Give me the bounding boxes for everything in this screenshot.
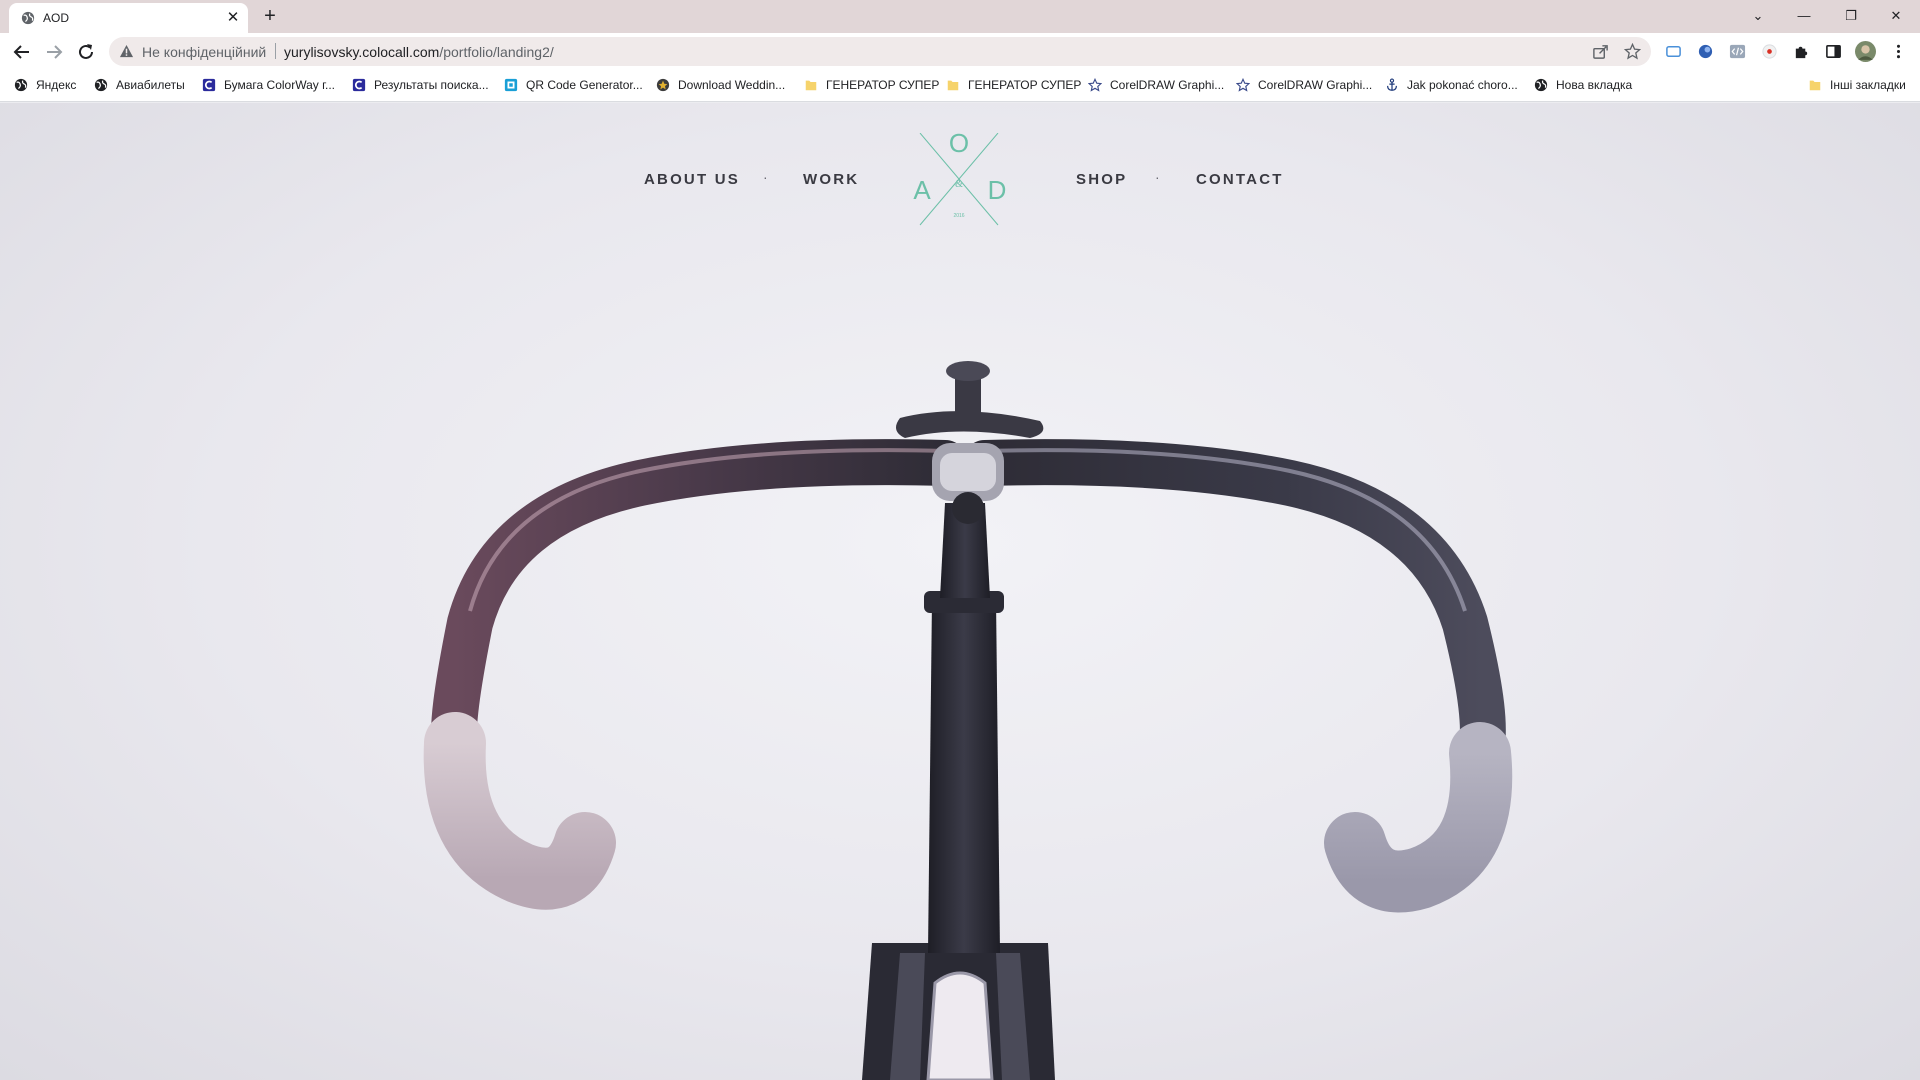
forward-icon[interactable] [40, 38, 68, 66]
logo-letter-o: O [949, 133, 969, 158]
bookmark-download-wedding[interactable]: Download Weddin... [656, 78, 785, 96]
bookmark-coreldraw-1[interactable]: CorelDRAW Graphi... [1088, 78, 1224, 96]
nav-separator: · [1155, 169, 1160, 185]
bookmark-star-icon[interactable] [1624, 43, 1641, 60]
bookmark-jak-pokonac[interactable]: Jak pokonać choro... [1385, 78, 1518, 96]
tab-strip: AOD ✕ + ⌄ — ❐ ✕ [0, 0, 1920, 33]
share-icon[interactable] [1592, 43, 1609, 60]
folder-icon [1809, 80, 1821, 91]
c-logo-icon [352, 78, 366, 92]
bookmark-label: Нова вкладка [1556, 78, 1633, 92]
anchor-icon [1387, 78, 1397, 91]
bookmark-label: Яндекс [36, 78, 77, 92]
other-bookmarks-folder[interactable]: Інші закладки [1808, 78, 1906, 96]
bookmark-colorway[interactable]: Бумага ColorWay г... [202, 78, 335, 96]
nav-about-us[interactable]: ABOUT US [644, 171, 740, 188]
nav-separator: · [763, 169, 768, 185]
star-outline-icon [1088, 78, 1102, 92]
qr-icon [504, 78, 518, 92]
warning-icon[interactable] [119, 44, 134, 59]
bookmark-label: Результаты поиска... [374, 78, 489, 92]
logo-letter-d: D [988, 175, 1007, 205]
bookmark-label: Бумага ColorWay г... [224, 78, 335, 92]
bookmark-label: CorelDRAW Graphi... [1110, 78, 1225, 92]
globe-icon [14, 78, 28, 92]
address-bar[interactable]: Не конфіденційний yurylisovsky.colocall.… [109, 37, 1651, 66]
browser-menu-icon[interactable] [1890, 43, 1907, 60]
bookmark-folder-generator-2[interactable]: ГЕНЕРАТОР СУПЕР [946, 78, 1081, 96]
bookmark-search-results[interactable]: Результаты поиска... [352, 78, 489, 96]
globe-icon [94, 78, 108, 92]
back-icon[interactable] [8, 38, 36, 66]
security-status[interactable]: Не конфіденційний [142, 44, 266, 60]
logo-ampersand: & [955, 179, 963, 190]
star-outline-icon [1236, 78, 1250, 92]
browser-tab[interactable]: AOD ✕ [9, 3, 248, 33]
restore-button[interactable]: ❐ [1835, 3, 1867, 29]
bookmark-label: ГЕНЕРАТОР СУПЕР [968, 78, 1082, 92]
bookmark-label: Авиабилеты [116, 78, 185, 92]
record-extension-icon[interactable] [1761, 43, 1778, 60]
url-path: /portfolio/landing2/ [439, 44, 554, 60]
extensions-puzzle-icon[interactable] [1793, 43, 1810, 60]
bookmark-label: Jak pokonać choro... [1407, 78, 1518, 92]
bookmark-label: ГЕНЕРАТОР СУПЕР [826, 78, 940, 92]
hero-bicycle-image [423, 361, 1513, 1080]
minimize-button[interactable]: — [1788, 3, 1820, 29]
window-close-button[interactable]: ✕ [1880, 3, 1912, 29]
folder-icon [805, 80, 817, 91]
bookmark-label: QR Code Generator... [526, 78, 643, 92]
bookmark-qr-code-generator[interactable]: QR Code Generator... [504, 78, 643, 96]
landing-page: ABOUT US · WORK SHOP · CONTACT O A D & 2… [0, 103, 1920, 1080]
address-divider [275, 43, 276, 59]
bookmark-label: Download Weddin... [678, 78, 786, 92]
bookmark-new-tab[interactable]: Нова вкладка [1534, 78, 1632, 96]
aod-logo[interactable]: O A D & 2016 [904, 133, 1014, 229]
reload-icon[interactable] [72, 38, 100, 66]
nav-work[interactable]: WORK [803, 171, 859, 188]
profile-avatar-icon[interactable] [1855, 41, 1876, 62]
nav-contact[interactable]: CONTACT [1196, 171, 1284, 188]
screen-capture-extension-icon[interactable] [1665, 43, 1682, 60]
logo-letter-a: A [913, 175, 931, 205]
bookmark-label: CorelDRAW Graphi... [1258, 78, 1373, 92]
bookmark-yandex[interactable]: Яндекс [14, 78, 76, 96]
bookmark-label: Інші закладки [1830, 78, 1906, 92]
c-logo-icon [202, 78, 216, 92]
code-extension-icon[interactable] [1729, 43, 1746, 60]
star-badge-icon [656, 78, 670, 92]
browser-toolbar: Не конфіденційний yurylisovsky.colocall.… [0, 33, 1920, 70]
globe-icon [21, 11, 35, 25]
bookmarks-bar: Яндекс Авиабилеты Бумага ColorWay г... Р… [0, 70, 1920, 102]
bookmark-coreldraw-2[interactable]: CorelDRAW Graphi... [1236, 78, 1372, 96]
tab-close-icon[interactable]: ✕ [224, 9, 242, 27]
tab-title: AOD [43, 11, 70, 25]
logo-small-text: 2016 [953, 213, 964, 219]
vpn-extension-icon[interactable] [1697, 43, 1714, 60]
url-text[interactable]: yurylisovsky.colocall.com/portfolio/land… [284, 44, 554, 60]
new-tab-button[interactable]: + [259, 5, 281, 27]
folder-icon [947, 80, 959, 91]
globe-icon [1534, 78, 1548, 92]
tab-search-icon[interactable]: ⌄ [1742, 3, 1774, 29]
nav-shop[interactable]: SHOP [1076, 171, 1127, 188]
url-host: yurylisovsky.colocall.com [284, 44, 440, 60]
bookmark-folder-generator-1[interactable]: ГЕНЕРАТОР СУПЕР [804, 78, 939, 96]
side-panel-icon[interactable] [1825, 43, 1842, 60]
bookmark-aviabilety[interactable]: Авиабилеты [94, 78, 185, 96]
